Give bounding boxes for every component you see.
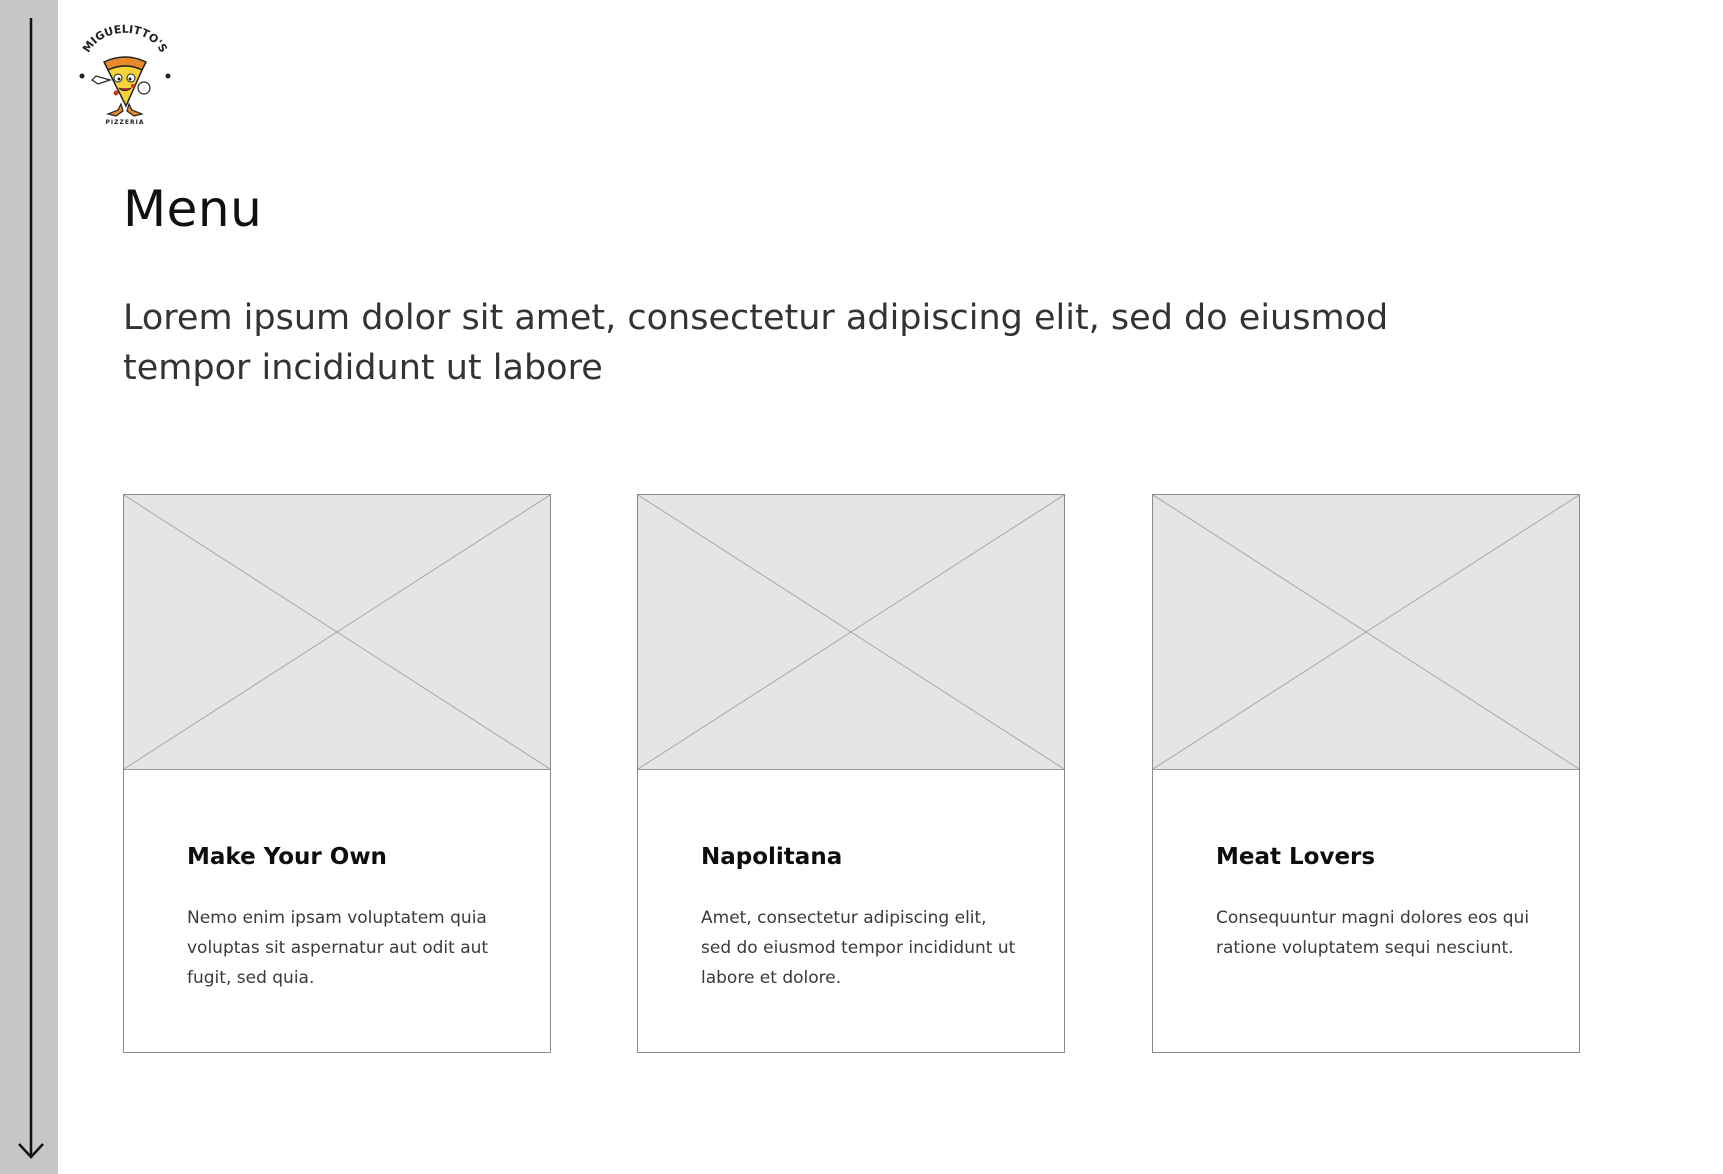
card-description: Amet, consectetur adipiscing elit, sed d… bbox=[701, 908, 1016, 988]
card-description: Consequuntur magni dolores eos qui ratio… bbox=[1216, 908, 1530, 958]
card-image-placeholder bbox=[124, 495, 550, 770]
scroll-indicator-rail[interactable] bbox=[0, 0, 58, 1174]
image-placeholder-icon bbox=[1153, 495, 1579, 769]
brand-name: MIGUELITTO'S bbox=[80, 23, 170, 55]
arrow-down-icon bbox=[18, 18, 44, 1159]
menu-page: MIGUELITTO'S PIZZERIA Menu Lorem ipsum d… bbox=[0, 0, 1723, 1174]
menu-card-meat-lovers[interactable]: Meat Lovers Consequuntur magni dolores e… bbox=[1152, 494, 1580, 1053]
card-title: Meat Lovers bbox=[1216, 844, 1376, 870]
brand-logo[interactable]: MIGUELITTO'S PIZZERIA bbox=[76, 22, 174, 126]
card-image-placeholder bbox=[1153, 495, 1579, 770]
card-description: Nemo enim ipsam voluptatem quia voluptas… bbox=[187, 908, 489, 988]
card-image-placeholder bbox=[638, 495, 1064, 770]
image-placeholder-icon bbox=[638, 495, 1064, 769]
card-title: Make Your Own bbox=[187, 844, 387, 870]
menu-card-napolitana[interactable]: Napolitana Amet, consectetur adipiscing … bbox=[637, 494, 1065, 1053]
image-placeholder-icon bbox=[124, 495, 550, 769]
page-title: Menu bbox=[123, 180, 263, 238]
svg-text:MIGUELITTO'S: MIGUELITTO'S bbox=[80, 23, 170, 55]
card-title: Napolitana bbox=[701, 844, 843, 870]
menu-cards: Make Your Own Nemo enim ipsam voluptatem… bbox=[123, 494, 1580, 1054]
page-lead-text: Lorem ipsum dolor sit amet, consectetur … bbox=[123, 298, 1389, 388]
menu-card-make-your-own[interactable]: Make Your Own Nemo enim ipsam voluptatem… bbox=[123, 494, 551, 1053]
pizza-mascot-icon: MIGUELITTO'S PIZZERIA bbox=[79, 23, 171, 126]
brand-tagline: PIZZERIA bbox=[106, 119, 145, 126]
